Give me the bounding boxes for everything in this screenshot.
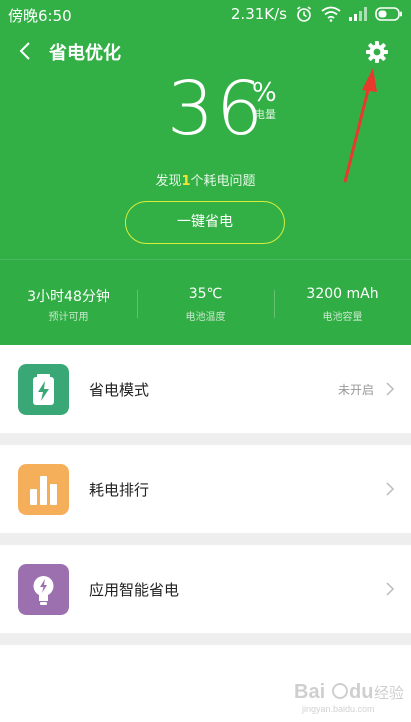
item-label: 应用智能省电 (89, 581, 180, 599)
stat-capacity: 3200 mAh 电池容量 (274, 260, 411, 345)
issue-summary: 发现1个耗电问题 (0, 170, 411, 189)
issue-count: 1 (181, 174, 191, 189)
item-label: 耗电排行 (89, 481, 150, 499)
battery-icon (375, 7, 402, 21)
chevron-right-icon (386, 482, 395, 496)
status-bar: 傍晚6:50 2.31K/s (0, 0, 411, 30)
list-item-smart-app-saving[interactable]: 应用智能省电 (0, 545, 411, 633)
stat-value: 3200 mAh (306, 286, 379, 302)
section-gap (0, 533, 411, 545)
stat-value: 35℃ (188, 286, 223, 302)
stat-label: 电池容量 (322, 312, 363, 323)
page-title: 省电优化 (49, 43, 121, 64)
signal-icon (349, 7, 367, 21)
stat-label: 预计可用 (48, 312, 89, 323)
alarm-icon (297, 6, 311, 22)
network-speed: 2.31K/s (230, 5, 287, 23)
issue-prefix: 发现 (155, 174, 182, 189)
lightbulb-icon (18, 564, 69, 615)
list-item-power-saving-mode[interactable]: 省电模式 未开启 (0, 345, 411, 433)
item-label: 省电模式 (89, 381, 150, 399)
battery-percent: 36 (167, 66, 266, 152)
battery-stats: 3小时48分钟 预计可用 35℃ 电池温度 3200 mAh 电池容量 (0, 260, 411, 345)
chevron-right-icon (386, 582, 395, 596)
header-region: 傍晚6:50 2.31K/s 省电优化 36 % 电量 发现1个耗电问题 一键省… (0, 0, 411, 345)
back-arrow-icon[interactable] (14, 39, 38, 63)
optimize-button[interactable]: 一键省电 (125, 201, 285, 244)
section-gap (0, 633, 411, 645)
status-time: 傍晚6:50 (8, 7, 72, 25)
battery-charge-icon (18, 364, 69, 415)
option-list: 省电模式 未开启 耗电排行 应用智能省电 (0, 345, 411, 722)
list-item-power-ranking[interactable]: 耗电排行 (0, 445, 411, 533)
item-status: 未开启 (337, 383, 374, 397)
section-gap (0, 433, 411, 445)
stat-label: 电池温度 (185, 312, 226, 323)
status-icons: 2.31K/s (231, 5, 403, 23)
stat-value: 3小时48分钟 (27, 289, 110, 305)
stat-remaining-time: 3小时48分钟 预计可用 (0, 260, 137, 345)
stat-temperature: 35℃ 电池温度 (137, 260, 274, 345)
gear-icon[interactable] (364, 39, 390, 65)
issue-suffix: 个耗电问题 (190, 174, 256, 189)
bar-chart-icon (18, 464, 69, 515)
percent-sign: % (252, 78, 277, 108)
chevron-right-icon (386, 382, 395, 396)
battery-label: 电量 (254, 108, 276, 121)
wifi-icon (321, 6, 341, 22)
